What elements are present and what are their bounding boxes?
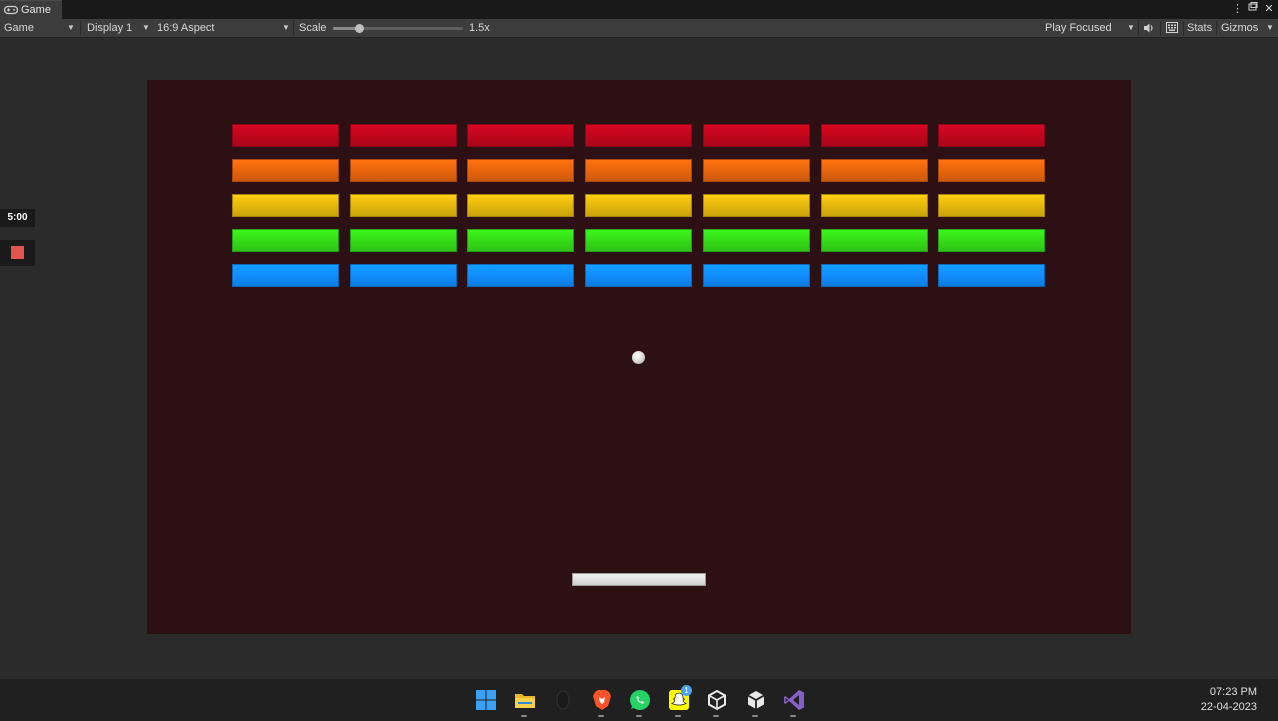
brick-yellow [467,194,574,217]
brick-blue [232,264,339,287]
running-indicator [636,715,642,717]
brick-red [938,124,1045,147]
scale-label: Scale [299,22,327,34]
brick-yellow [821,194,928,217]
unity-hub-icon[interactable] [705,688,729,712]
scale-value: 1.5x [469,22,490,34]
gizmos-button[interactable]: Gizmos [1221,19,1258,37]
brick-green [467,229,574,252]
play-mode-select[interactable]: Play Focused [1045,19,1112,37]
paddle [572,573,706,586]
chevron-down-icon: ▼ [1127,23,1135,32]
brick-yellow [938,194,1045,217]
recording-timer: 5:00 [0,209,35,227]
clock-time: 07:23 PM [1209,686,1257,698]
file-explorer-icon[interactable] [513,688,537,712]
running-indicator [752,715,758,717]
windows-taskbar: 1 [0,678,1278,721]
notification-badge: 1 [681,685,692,696]
more-options-icon[interactable]: ⋮ [1232,2,1243,16]
gamepad-icon [4,5,18,15]
display-select[interactable]: Display 1 [87,19,132,37]
brick-blue [703,264,810,287]
chevron-down-icon: ▼ [1266,23,1274,32]
brick-red [467,124,574,147]
chevron-down-icon: ▼ [142,23,150,32]
brick-blue [585,264,692,287]
visual-studio-icon[interactable] [782,688,806,712]
divider [1138,21,1139,35]
brick-green [703,229,810,252]
brick-green [232,229,339,252]
windows-start-icon[interactable] [474,688,498,712]
brick-green [350,229,457,252]
game-viewport[interactable] [147,80,1131,634]
close-icon[interactable]: ✕ [1264,2,1274,16]
chevron-down-icon: ▼ [282,23,290,32]
brick-red [703,124,810,147]
system-clock[interactable]: 07:23 PM 22-04-2023 [1201,685,1257,715]
brick-blue [938,264,1045,287]
brick-orange [467,159,574,182]
brick-orange [350,159,457,182]
divider [80,21,81,35]
brick-red [821,124,928,147]
brick-orange [821,159,928,182]
app-icon[interactable] [551,688,575,712]
brick-green [585,229,692,252]
unity-editor-icon[interactable] [744,688,768,712]
editor-tab-bar: Game ⋮ ✕ [0,0,1278,19]
brick-orange [938,159,1045,182]
brick-orange [232,159,339,182]
scale-slider-handle[interactable] [355,24,364,33]
brick-red [232,124,339,147]
brick-orange [585,159,692,182]
brick-green [938,229,1045,252]
running-indicator [790,715,796,717]
speaker-icon[interactable] [1143,22,1155,34]
brick-blue [467,264,574,287]
brick-yellow [585,194,692,217]
brick-red [585,124,692,147]
aspect-select[interactable]: 16:9 Aspect [157,19,215,37]
whatsapp-icon[interactable] [628,688,652,712]
clock-date: 22-04-2023 [1200,701,1257,713]
divider [1183,21,1184,35]
divider [1160,21,1161,35]
stats-button[interactable]: Stats [1187,19,1212,37]
divider [293,21,294,35]
stop-recording-button[interactable] [0,240,35,266]
tab-game[interactable]: Game [0,0,62,19]
brick-red [350,124,457,147]
running-indicator [598,715,604,717]
brick-orange [703,159,810,182]
maximize-icon[interactable] [1248,2,1258,16]
keyboard-icon[interactable] [1166,22,1178,33]
brick-green [821,229,928,252]
brick-yellow [350,194,457,217]
brick-yellow [703,194,810,217]
view-select[interactable]: Game [4,19,34,37]
brick-blue [350,264,457,287]
running-indicator [675,715,681,717]
tab-game-label: Game [21,4,51,16]
brick-blue [821,264,928,287]
brave-browser-icon[interactable] [590,688,614,712]
brick-yellow [232,194,339,217]
running-indicator [521,715,527,717]
chevron-down-icon: ▼ [67,23,75,32]
stop-icon [11,246,24,259]
running-indicator [713,715,719,717]
ball [632,351,645,364]
divider [1216,21,1217,35]
